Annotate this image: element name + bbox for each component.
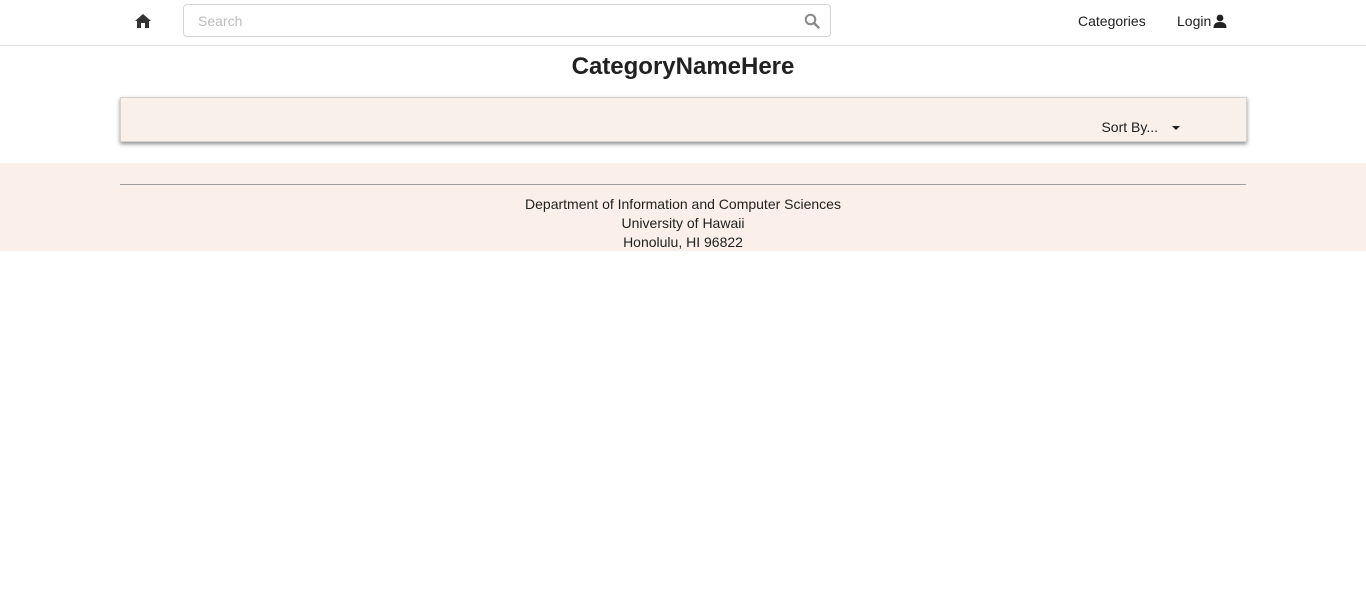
footer-divider [120,184,1246,185]
page-title: CategoryNameHere [571,53,795,80]
caret-down-icon [1172,125,1180,130]
sort-label: Sort By... [1101,119,1158,135]
top-navbar: Categories Login [0,0,1366,46]
sort-panel: Sort By... [120,97,1247,142]
login-label: Login [1177,13,1212,29]
home-button[interactable] [133,11,153,31]
search-icon[interactable] [804,13,820,29]
sort-dropdown[interactable]: Sort By... [1101,119,1180,135]
categories-link[interactable]: Categories [1078,13,1146,29]
login-link[interactable]: Login [1177,13,1227,29]
footer-address: Department of Information and Computer S… [0,195,1366,252]
home-icon [135,14,151,28]
user-icon [1213,14,1227,28]
search-input[interactable] [184,5,808,36]
footer-department: Department of Information and Computer S… [525,196,841,212]
footer: Department of Information and Computer S… [0,163,1366,251]
footer-city: Honolulu, HI 96822 [623,234,743,250]
search-box [183,4,831,37]
footer-university: University of Hawaii [621,215,745,231]
